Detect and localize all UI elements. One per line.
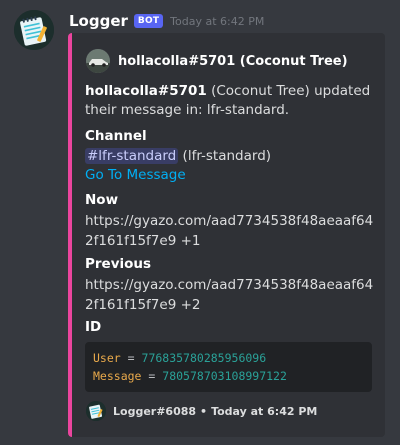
code-key-message: Message: [93, 369, 142, 383]
channel-mention[interactable]: #lfr-standard: [85, 148, 179, 164]
code-message-id: 780578703108997122: [162, 369, 287, 383]
footer-timestamp: Today at 6:42 PM: [211, 404, 318, 418]
code-line-user: User = 776835780285956096: [93, 349, 364, 367]
field-id-label: ID: [85, 319, 102, 335]
channel-suffix: (lfr-standard): [178, 148, 272, 164]
embed-author: hollacolla#5701 (Coconut Tree): [86, 49, 348, 73]
embed-description: hollacolla#5701 (Coconut Tree) updated t…: [85, 82, 375, 120]
footer-avatar: [86, 401, 106, 421]
field-channel-label: Channel: [85, 128, 147, 144]
author-avatar[interactable]: [86, 49, 110, 73]
car-photo-icon: [86, 49, 110, 73]
log-embed: hollacolla#5701 (Coconut Tree) hollacoll…: [68, 33, 385, 437]
message-header: Logger BOT Today at 6:42 PM: [69, 11, 264, 31]
go-to-message-link[interactable]: Go To Message: [85, 167, 186, 183]
logger-avatar[interactable]: [14, 10, 54, 50]
footer-separator: •: [200, 404, 208, 418]
notepad-icon: [14, 10, 54, 50]
go-to-message-row: Go To Message: [85, 165, 377, 185]
id-codeblock: User = 776835780285956096 Message = 7805…: [85, 342, 372, 392]
field-now-label: Now: [85, 192, 119, 208]
bot-badge: BOT: [133, 14, 164, 28]
embed-author-name[interactable]: hollacolla#5701 (Coconut Tree): [118, 54, 348, 69]
code-user-id: 776835780285956096: [141, 351, 267, 365]
embed-footer: Logger#6088 • Today at 6:42 PM: [86, 401, 317, 421]
notepad-icon: [86, 401, 106, 421]
bot-username[interactable]: Logger: [69, 12, 128, 30]
chat-message: Logger BOT Today at 6:42 PM hollacolla#5…: [0, 0, 400, 445]
field-previous-label: Previous: [85, 256, 152, 272]
field-channel-value: #lfr-standard (lfr-standard): [85, 146, 377, 166]
code-line-message: Message = 780578703108997122: [93, 367, 364, 385]
code-equals: =: [148, 369, 156, 383]
code-key-user: User: [93, 351, 121, 365]
field-previous-value: https://gyazo.com/aad7734538f48aeaaf642f…: [85, 277, 374, 313]
description-user: hollacolla#5701: [85, 83, 207, 99]
message-timestamp: Today at 6:42 PM: [170, 14, 265, 28]
field-now-value: https://gyazo.com/aad7734538f48aeaaf642f…: [85, 213, 374, 249]
code-equals: =: [127, 351, 135, 365]
footer-text: Logger#6088: [113, 404, 197, 418]
